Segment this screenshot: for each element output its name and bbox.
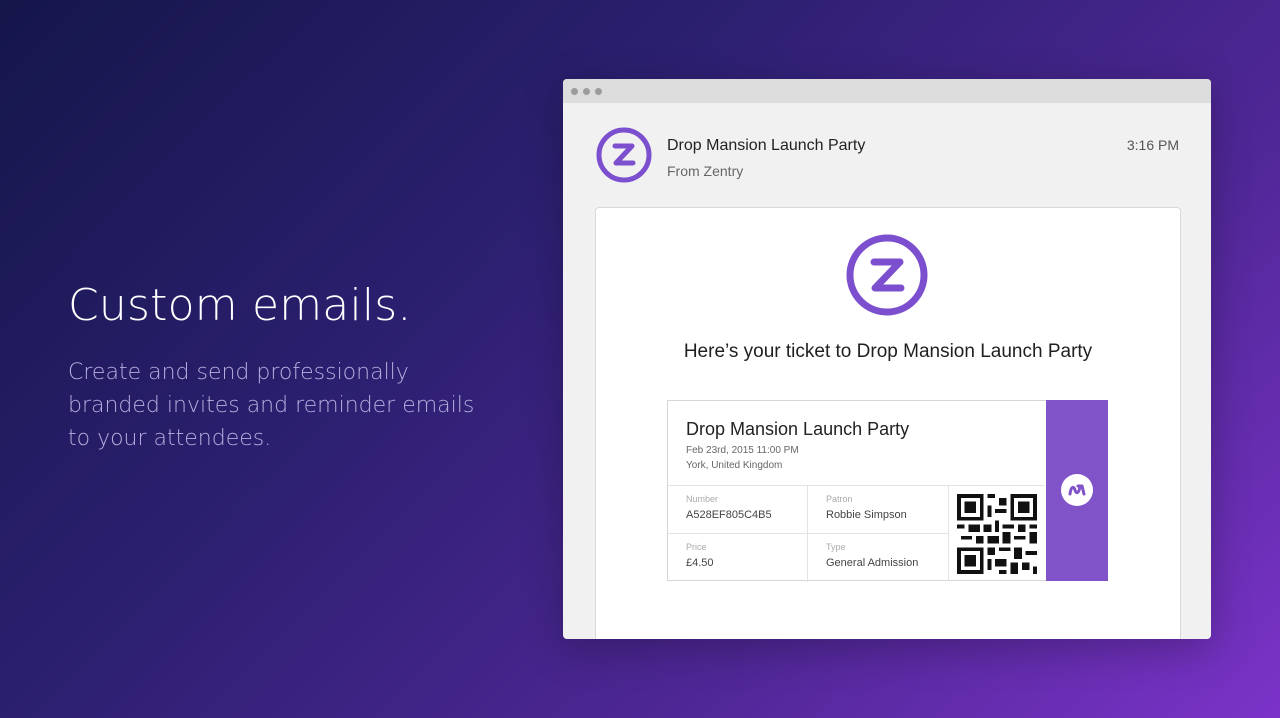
ticket-date: Feb 23rd, 2015 11:00 PM — [686, 445, 799, 456]
window-maximize-dot[interactable] — [595, 87, 602, 95]
zentry-logo-icon — [846, 234, 928, 316]
ticket-card: Drop Mansion Launch Party Feb 23rd, 2015… — [667, 400, 1108, 582]
ticket-patron-label: Patron — [826, 494, 853, 504]
ticket-price: Price £4.50 — [668, 534, 808, 582]
window-close-dot[interactable] — [571, 87, 578, 95]
email-subject[interactable]: Drop Mansion Launch Party — [667, 137, 865, 155]
window-minimize-dot[interactable] — [583, 87, 590, 95]
ticket-number-label: Number — [686, 494, 719, 504]
ticket-location: York, United Kingdom — [686, 460, 783, 471]
window-titlebar — [563, 79, 1211, 103]
qr-code-icon — [957, 494, 1037, 574]
email-header: Drop Mansion Launch Party From Zentry 3:… — [563, 103, 1211, 207]
ticket-price-label: Price — [686, 542, 707, 552]
email-window: Drop Mansion Launch Party From Zentry 3:… — [563, 79, 1211, 639]
ticket-type-label: Type — [826, 542, 846, 552]
zentry-logo-icon — [596, 127, 652, 183]
ticket-stub — [1046, 400, 1108, 581]
ticket-price-value: £4.50 — [686, 557, 714, 569]
email-sender: From Zentry — [667, 163, 744, 179]
ticket-number: Number A528EF805C4B5 — [668, 486, 808, 534]
ticket-type: Type General Admission — [808, 534, 948, 582]
ticket-type-value: General Admission — [826, 557, 919, 569]
ticket-patron-value: Robbie Simpson — [826, 509, 907, 521]
ticket-patron: Patron Robbie Simpson — [808, 486, 948, 534]
ticket-title: Drop Mansion Launch Party — [686, 419, 910, 439]
brand-mark-icon — [1061, 474, 1093, 506]
ticket-details: Number A528EF805C4B5 Patron Robbie Simps… — [668, 485, 948, 582]
email-time: 3:16 PM — [1126, 137, 1179, 153]
hero-title: Custom emails. — [68, 280, 412, 331]
email-headline: Here’s your ticket to Drop Mansion Launc… — [683, 341, 1093, 362]
qr-code-panel — [948, 485, 1045, 581]
ticket-number-value: A528EF805C4B5 — [686, 509, 772, 521]
hero-subtitle: Create and send professionally branded i… — [68, 360, 475, 451]
email-body: Here’s your ticket to Drop Mansion Launc… — [595, 207, 1181, 639]
